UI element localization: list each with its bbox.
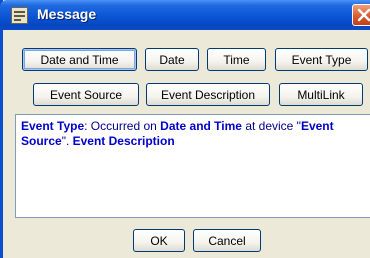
insert-date-button[interactable]: Date <box>145 48 199 71</box>
message-text: : Occurred on <box>84 119 161 133</box>
message-text: ". <box>61 134 73 148</box>
insert-event-source-button[interactable]: Event Source <box>33 83 139 106</box>
date-and-time-token: Date and Time <box>160 119 242 133</box>
close-button[interactable] <box>352 4 370 26</box>
event-type-token: Event Type <box>21 119 85 133</box>
message-template-textarea[interactable]: Event Type: Occurred on Date and Time at… <box>15 114 370 218</box>
insert-time-button[interactable]: Time <box>207 48 266 71</box>
window-title: Message <box>37 6 97 22</box>
title-bar[interactable]: Message <box>0 0 370 30</box>
event-description-token: Event Description <box>72 134 175 148</box>
insert-multilink-button[interactable]: MultiLink <box>279 83 363 106</box>
message-text: at device " <box>241 119 301 133</box>
message-dialog: Message Date and Time Date Time Event Ty… <box>0 0 370 258</box>
ok-button[interactable]: OK <box>133 229 185 252</box>
insert-event-description-button[interactable]: Event Description <box>146 83 270 106</box>
cancel-button[interactable]: Cancel <box>193 229 261 252</box>
insert-date-and-time-button[interactable]: Date and Time <box>22 48 137 71</box>
close-icon <box>357 8 370 22</box>
app-icon <box>11 7 28 24</box>
insert-event-type-button[interactable]: Event Type <box>275 48 368 71</box>
